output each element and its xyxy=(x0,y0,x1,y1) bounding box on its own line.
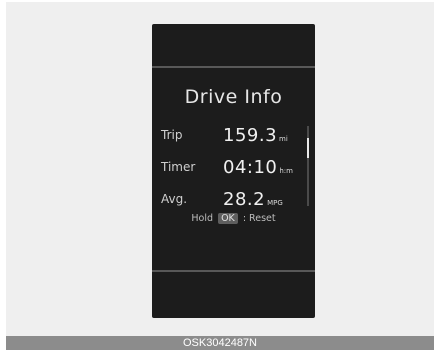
average-row: Avg. 28.2 MPG xyxy=(152,186,315,212)
trip-value: 159.3 xyxy=(223,125,278,146)
average-unit: MPG xyxy=(267,199,283,207)
cluster-display: Drive Info Trip 159.3 mi Timer 04:10 h:m A… xyxy=(152,24,315,318)
figure-background: Drive Info Trip 159.3 mi Timer 04:10 h:m A… xyxy=(6,2,434,336)
trip-label: Trip xyxy=(161,128,183,142)
average-value-group: 28.2 MPG xyxy=(223,189,283,210)
hint-prefix: Hold xyxy=(191,213,214,224)
reset-hint: Hold OK : Reset xyxy=(152,213,315,224)
average-value: 28.2 xyxy=(223,189,266,210)
ok-key-badge: OK xyxy=(218,213,238,224)
top-divider xyxy=(152,66,315,68)
trip-row: Trip 159.3 mi xyxy=(152,122,315,148)
timer-label: Timer xyxy=(161,160,196,174)
figure-code: OSK3042487N xyxy=(183,337,257,349)
bottom-divider xyxy=(152,270,315,272)
timer-unit: h:m xyxy=(279,167,293,175)
timer-value: 04:10 xyxy=(223,157,278,178)
timer-value-group: 04:10 h:m xyxy=(223,157,293,178)
caption-bar: OSK3042487N xyxy=(6,336,434,350)
screen-title: Drive Info xyxy=(184,86,283,108)
average-label: Avg. xyxy=(161,192,188,206)
trip-value-group: 159.3 mi xyxy=(223,125,288,146)
scrollbar-track xyxy=(307,126,309,206)
hint-suffix: : Reset xyxy=(242,213,276,224)
timer-row: Timer 04:10 h:m xyxy=(152,154,315,180)
scrollbar-thumb xyxy=(307,138,309,158)
trip-unit: mi xyxy=(279,135,288,143)
